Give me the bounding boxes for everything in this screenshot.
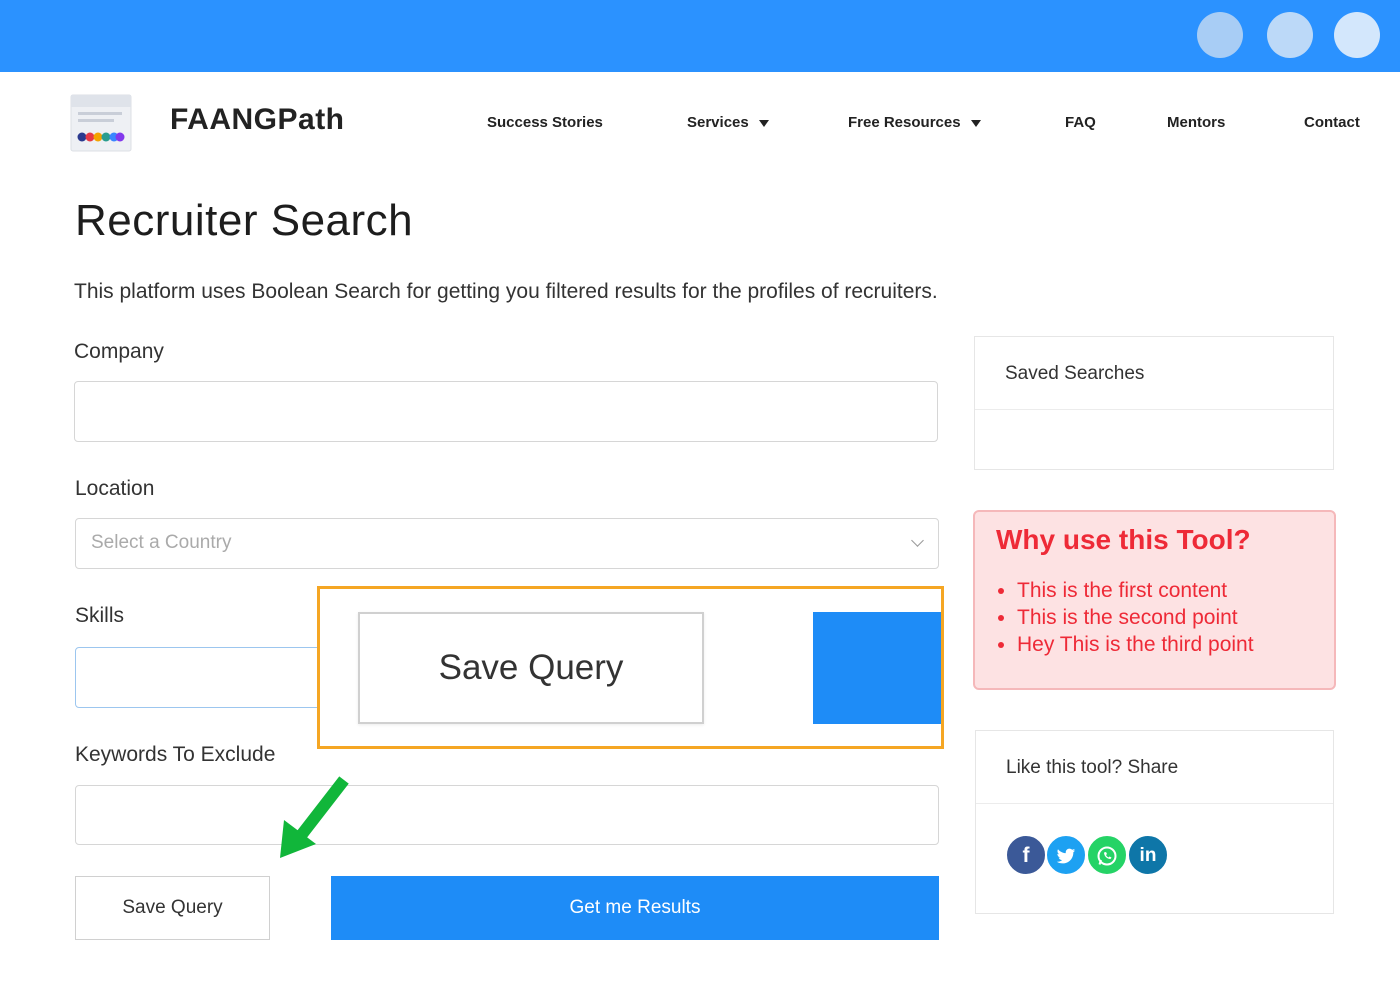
window-control-dot[interactable]	[1197, 12, 1243, 58]
exclude-input[interactable]	[75, 785, 939, 845]
nav-success-stories[interactable]: Success Stories	[487, 114, 603, 131]
linkedin-icon[interactable]: in	[1128, 835, 1168, 875]
logo-icon[interactable]	[68, 92, 134, 154]
get-results-button-zoomed[interactable]	[813, 612, 941, 724]
brand-name[interactable]: FAANGPath	[170, 103, 345, 137]
nav-mentors[interactable]: Mentors	[1167, 114, 1225, 131]
caret-down-icon	[758, 119, 769, 127]
why-title: Why use this Tool?	[996, 524, 1251, 555]
nav-services[interactable]: Services	[687, 114, 769, 131]
window-control-dot[interactable]	[1267, 12, 1313, 58]
company-input[interactable]	[74, 381, 938, 442]
list-item: This is the second point	[1017, 604, 1254, 631]
location-select[interactable]: Select a Country	[75, 518, 939, 569]
window-title-bar	[0, 0, 1400, 72]
intro-text: This platform uses Boolean Search for ge…	[74, 280, 938, 303]
caret-down-icon	[970, 119, 981, 127]
zoom-callout: Save Query	[317, 586, 944, 749]
company-label: Company	[74, 340, 164, 363]
location-placeholder: Select a Country	[91, 532, 232, 553]
nav-contact[interactable]: Contact	[1304, 114, 1360, 131]
page-title: Recruiter Search	[75, 196, 414, 245]
why-points: This is the first content This is the se…	[1017, 577, 1254, 658]
save-query-button-zoomed[interactable]: Save Query	[358, 612, 704, 724]
saved-searches-title: Saved Searches	[975, 337, 1333, 410]
whatsapp-icon[interactable]	[1087, 835, 1127, 875]
why-use-panel: Why use this Tool? This is the first con…	[973, 510, 1336, 690]
exclude-label: Keywords To Exclude	[75, 743, 276, 766]
location-label: Location	[75, 477, 155, 500]
share-icons: f in	[1006, 835, 1176, 877]
list-item: This is the first content	[1017, 577, 1254, 604]
get-results-button[interactable]: Get me Results	[331, 876, 939, 940]
saved-searches-card: Saved Searches	[974, 336, 1334, 470]
share-card: Like this tool? Share f in	[975, 730, 1334, 914]
share-title: Like this tool? Share	[976, 731, 1333, 804]
chevron-down-icon	[911, 534, 924, 547]
facebook-icon[interactable]: f	[1006, 835, 1046, 875]
skills-label: Skills	[75, 604, 125, 627]
nav-faq[interactable]: FAQ	[1065, 114, 1096, 131]
twitter-icon[interactable]	[1046, 835, 1086, 875]
pointer-arrow-icon	[276, 774, 356, 864]
nav-free-resources[interactable]: Free Resources	[848, 114, 981, 131]
window-control-dot[interactable]	[1334, 12, 1380, 58]
list-item: Hey This is the third point	[1017, 631, 1254, 658]
save-query-button[interactable]: Save Query	[75, 876, 270, 940]
